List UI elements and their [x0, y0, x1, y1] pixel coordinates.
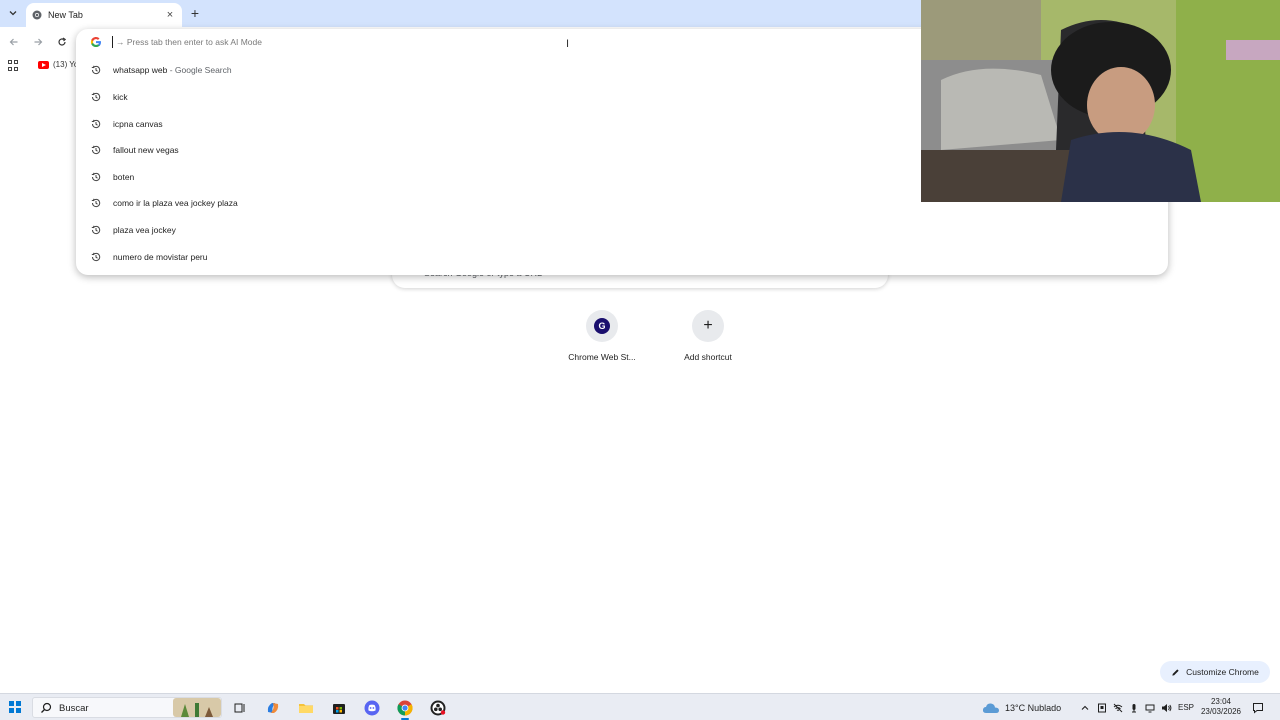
bookmark-label: (13) Yo	[53, 60, 79, 69]
history-icon	[90, 91, 102, 103]
weather-text: 13°C Nublado	[1005, 702, 1062, 713]
clock-time: 23:04	[1210, 697, 1232, 706]
discord-icon	[364, 700, 380, 716]
taskbar: Buscar 13°C Nublado ESP 23:04 23/03/2026	[0, 693, 1280, 720]
tab-new-tab[interactable]: New Tab ×	[26, 3, 182, 27]
network-off-icon[interactable]	[1113, 703, 1123, 713]
mouse-ibeam-cursor: I	[566, 38, 570, 50]
suggestion-row[interactable]: plaza vea jockey	[76, 217, 1168, 243]
suggestion-text: fallout new vegas	[113, 145, 179, 155]
speaker-icon[interactable]	[1161, 703, 1172, 713]
history-icon	[90, 64, 102, 76]
forward-button[interactable]	[30, 34, 46, 50]
weather-widget[interactable]: 13°C Nublado	[982, 694, 1061, 720]
discord-button[interactable]	[363, 699, 381, 717]
notifications-button[interactable]	[1252, 694, 1264, 720]
history-icon	[90, 251, 102, 263]
taskbar-clock[interactable]: 23:04 23/03/2026	[1196, 697, 1246, 717]
device-icon[interactable]	[1097, 703, 1107, 713]
shortcut-add[interactable]: + Add shortcut	[666, 310, 750, 362]
history-icon	[90, 171, 102, 183]
webcam-overlay	[921, 0, 1280, 202]
tab-search-button[interactable]	[5, 5, 21, 21]
file-explorer-button[interactable]	[297, 699, 315, 717]
back-arrow-icon	[9, 38, 18, 46]
new-tab-button[interactable]: +	[187, 5, 203, 21]
obs-icon	[430, 700, 446, 716]
plus-icon: +	[703, 317, 713, 334]
google-icon	[90, 36, 102, 48]
tray-chevron-up[interactable]	[1080, 694, 1090, 720]
taskbar-search-label: Buscar	[59, 703, 89, 714]
obs-button[interactable]	[429, 699, 447, 717]
language-indicator[interactable]: ESP	[1178, 703, 1194, 712]
youtube-icon	[38, 60, 49, 69]
forward-arrow-icon	[34, 38, 43, 46]
microphone-icon[interactable]	[1129, 703, 1139, 713]
history-icon	[90, 197, 102, 209]
wifi-icon[interactable]	[1145, 703, 1155, 713]
suggestion-text: whatsapp web	[113, 65, 168, 75]
task-view-button[interactable]	[231, 699, 249, 717]
suggestion-text: icpna canvas	[113, 119, 163, 129]
back-button[interactable]	[6, 34, 22, 50]
suggestion-text: boten	[113, 172, 135, 182]
copilot-button[interactable]	[264, 699, 282, 717]
copilot-icon	[267, 703, 279, 713]
suggestion-text: plaza vea jockey	[113, 225, 176, 235]
store-icon	[333, 704, 345, 714]
history-icon	[90, 118, 102, 130]
shortcut-tile: G	[586, 310, 618, 342]
history-icon	[90, 224, 102, 236]
chrome-icon	[32, 10, 42, 20]
reload-icon	[58, 37, 67, 46]
chevron-up-icon	[1081, 705, 1089, 710]
windows-start-icon[interactable]	[9, 701, 21, 713]
shortcut-chrome-web-store[interactable]: G Chrome Web St...	[560, 310, 644, 362]
shortcut-label: Add shortcut	[684, 352, 732, 362]
taskbar-search[interactable]: Buscar	[32, 697, 222, 718]
tray-icons: ESP	[1097, 694, 1194, 720]
task-view-icon	[234, 703, 245, 713]
microsoft-store-button[interactable]	[330, 699, 348, 717]
shortcut-label: Chrome Web St...	[568, 352, 636, 362]
pencil-icon	[1172, 668, 1179, 676]
omnibox-placeholder: → Press tab then enter to ask AI Mode	[116, 37, 262, 47]
apps-grid-icon[interactable]	[8, 60, 20, 72]
suggestion-row[interactable]: numero de movistar peru	[76, 244, 1168, 270]
suggestion-text: kick	[113, 92, 128, 102]
shortcut-tile: +	[692, 310, 724, 342]
folder-icon	[299, 704, 313, 713]
search-icon	[41, 702, 52, 713]
customize-label: Customize Chrome	[1186, 667, 1259, 677]
suggestion-subtext: - Google Search	[167, 65, 232, 75]
clock-date: 23/03/2026	[1200, 707, 1242, 716]
bookmark-youtube[interactable]: (13) Yo	[38, 60, 78, 69]
notification-icon	[1253, 702, 1263, 714]
suggestion-text: como ir la plaza vea jockey plaza	[113, 198, 238, 208]
chrome-icon	[397, 700, 413, 716]
reload-button[interactable]	[54, 34, 70, 50]
tab-title: New Tab	[48, 10, 83, 20]
chrome-web-store-icon: G	[594, 318, 610, 334]
search-highlight-image	[173, 698, 221, 717]
text-caret	[112, 36, 113, 48]
close-icon[interactable]: ×	[164, 9, 176, 21]
history-icon	[90, 144, 102, 156]
shortcuts-row: G Chrome Web St... + Add shortcut	[560, 310, 750, 362]
cloud-icon	[982, 702, 999, 713]
chevron-down-icon	[9, 11, 17, 16]
suggestion-text: numero de movistar peru	[113, 252, 208, 262]
customize-chrome-button[interactable]: Customize Chrome	[1160, 661, 1270, 683]
chrome-taskbar-button[interactable]	[396, 699, 414, 720]
